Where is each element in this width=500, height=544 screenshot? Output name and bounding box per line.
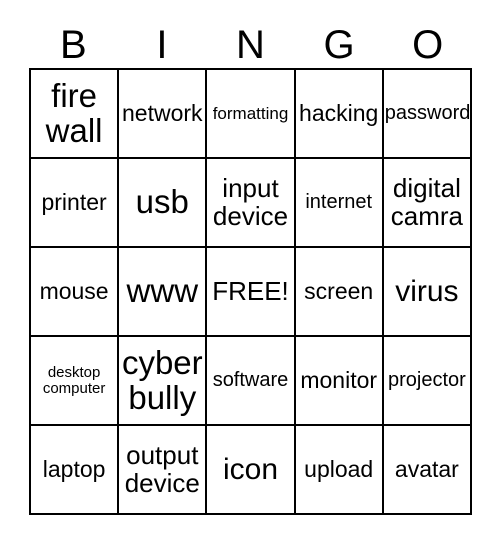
header-letter-b: B	[59, 23, 87, 67]
bingo-cell-r2c5[interactable]: digital camra	[383, 159, 472, 248]
bingo-cell-label: software	[212, 369, 289, 392]
bingo-cell-r4c2[interactable]: cyber bully	[119, 337, 208, 426]
bingo-cell-label: laptop	[42, 455, 106, 482]
bingo-cell-label: network	[122, 99, 203, 126]
bingo-cell-r5c5[interactable]: avatar	[383, 426, 472, 515]
bingo-card: B I N G O fire wall network formatting h…	[0, 0, 500, 544]
header-letter-o: O	[412, 23, 444, 67]
bingo-cell-label: input device	[212, 173, 289, 231]
bingo-cell-r4c4[interactable]: monitor	[295, 337, 384, 426]
bingo-cell-r5c2[interactable]: output device	[119, 426, 208, 515]
header-letter-n: N	[236, 23, 265, 67]
bingo-cell-label: upload	[304, 455, 374, 482]
bingo-cell-label: formatting	[212, 103, 289, 123]
bingo-cell-r4c1[interactable]: desktop computer	[31, 337, 120, 426]
bingo-cell-r3c2[interactable]: www	[119, 248, 208, 337]
bingo-cell-label: password	[384, 102, 471, 125]
bingo-cell-free[interactable]: FREE!	[207, 248, 296, 337]
free-space-label: FREE!	[212, 275, 289, 306]
bingo-cell-r4c3[interactable]: software	[207, 337, 296, 426]
bingo-cell-label: www	[126, 272, 199, 310]
bingo-cell-r3c5[interactable]: virus	[383, 248, 472, 337]
bingo-cell-label: output device	[124, 440, 200, 498]
bingo-cell-label: avatar	[394, 455, 459, 482]
bingo-cell-label: digital camra	[390, 173, 464, 231]
bingo-cell-r1c1[interactable]: fire wall	[31, 70, 120, 159]
bingo-cell-label: monitor	[300, 366, 378, 393]
bingo-cell-r1c5[interactable]: password	[383, 70, 472, 159]
bingo-cell-label: hacking	[299, 99, 379, 126]
bingo-cell-label: virus	[395, 274, 459, 308]
bingo-cell-r4c5[interactable]: projector	[383, 337, 472, 426]
bingo-cell-label: internet	[305, 191, 373, 214]
bingo-cell-label: screen	[304, 277, 374, 304]
bingo-cell-label: cyber bully	[121, 344, 203, 416]
bingo-cell-r5c1[interactable]: laptop	[31, 426, 120, 515]
bingo-cell-label: icon	[222, 452, 279, 486]
bingo-cell-r1c2[interactable]: network	[119, 70, 208, 159]
bingo-header: B I N G O	[29, 22, 472, 68]
bingo-cell-r3c1[interactable]: mouse	[31, 248, 120, 337]
header-letter-g: G	[323, 23, 355, 67]
bingo-cell-r2c1[interactable]: printer	[31, 159, 120, 248]
bingo-cell-r2c4[interactable]: internet	[295, 159, 384, 248]
bingo-cell-label: fire wall	[45, 77, 103, 149]
bingo-cell-r3c4[interactable]: screen	[295, 248, 384, 337]
bingo-cell-label: usb	[135, 183, 189, 221]
bingo-cell-label: mouse	[39, 277, 109, 304]
bingo-cell-r5c4[interactable]: upload	[295, 426, 384, 515]
bingo-cell-label: printer	[41, 188, 107, 215]
header-letter-i: I	[156, 23, 168, 67]
bingo-cell-r2c2[interactable]: usb	[119, 159, 208, 248]
bingo-grid: fire wall network formatting hacking pas…	[29, 68, 472, 515]
bingo-cell-label: desktop computer	[42, 363, 106, 397]
bingo-cell-r2c3[interactable]: input device	[207, 159, 296, 248]
bingo-cell-r1c3[interactable]: formatting	[207, 70, 296, 159]
bingo-cell-label: projector	[387, 369, 466, 392]
bingo-cell-r5c3[interactable]: icon	[207, 426, 296, 515]
bingo-cell-r1c4[interactable]: hacking	[295, 70, 384, 159]
